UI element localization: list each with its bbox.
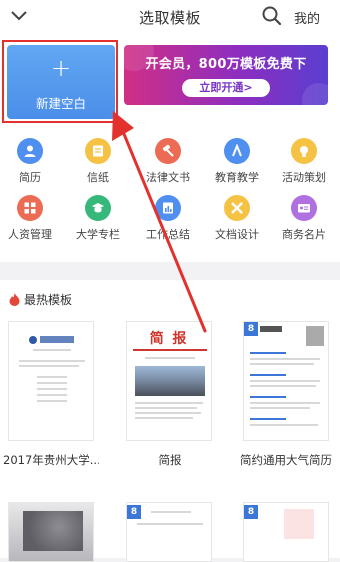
annotation-arrow: [112, 111, 207, 333]
